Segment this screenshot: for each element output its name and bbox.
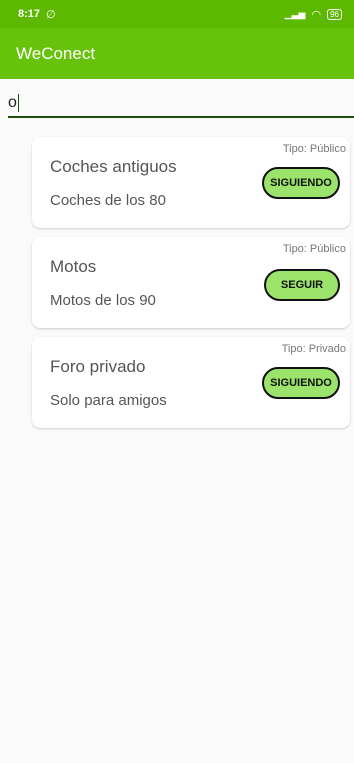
text-cursor bbox=[17, 94, 19, 112]
following-button[interactable]: SIGUIENDO bbox=[262, 167, 340, 199]
group-card[interactable]: Tipo: Privado Foro privado Solo para ami… bbox=[32, 337, 350, 428]
group-card[interactable]: Tipo: Público Motos Motos de los 90 SEGU… bbox=[32, 237, 350, 328]
group-type: Tipo: Privado bbox=[281, 343, 346, 355]
group-subtitle: Coches de los 80 bbox=[50, 192, 166, 209]
follow-button[interactable]: SEGUIR bbox=[264, 269, 340, 301]
status-time: 8:17 bbox=[18, 8, 41, 20]
status-bar: 8:17 ∅ ▁▃▅ ◠ 96 bbox=[0, 0, 354, 28]
app-bar: WeConect bbox=[0, 28, 354, 79]
no-alarm-icon: ∅ bbox=[46, 8, 56, 21]
battery-icon: 96 bbox=[327, 8, 342, 20]
group-title: Coches antiguos bbox=[50, 157, 177, 176]
following-button[interactable]: SIGUIENDO bbox=[262, 367, 340, 399]
group-subtitle: Motos de los 90 bbox=[50, 292, 156, 309]
group-card[interactable]: Tipo: Público Coches antiguos Coches de … bbox=[32, 137, 350, 228]
app-title: WeConect bbox=[16, 43, 96, 63]
group-type: Tipo: Público bbox=[282, 143, 346, 155]
group-subtitle: Solo para amigos bbox=[50, 392, 167, 409]
signal-icon: ▁▃▅ bbox=[284, 8, 306, 19]
search-value: o bbox=[8, 94, 17, 112]
wifi-icon: ◠ bbox=[311, 8, 322, 21]
group-title: Foro privado bbox=[50, 357, 146, 376]
search-input[interactable]: o bbox=[8, 88, 354, 118]
group-title: Motos bbox=[50, 257, 97, 276]
group-type: Tipo: Público bbox=[282, 243, 346, 255]
